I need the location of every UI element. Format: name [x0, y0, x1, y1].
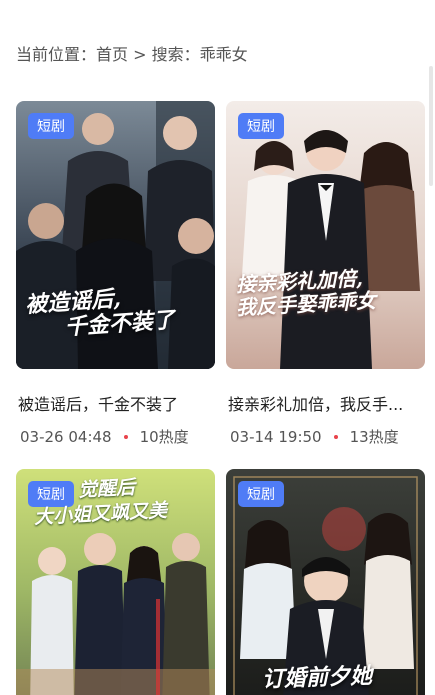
- video-heat: 10热度: [139, 428, 189, 446]
- video-card[interactable]: 短剧 被造谣后, 千金不装了 被造谣后，千金不装了 03-26 04:48 10…: [16, 101, 215, 447]
- video-title[interactable]: 被造谣后，千金不装了: [16, 391, 208, 415]
- video-heat: 13热度: [349, 428, 399, 446]
- breadcrumb-query: 乖乖女: [199, 45, 248, 64]
- separator-dot: [333, 434, 338, 439]
- category-badge: 短剧: [238, 113, 284, 139]
- video-meta: 03-14 19:50 13热度: [226, 426, 425, 447]
- video-card[interactable]: 短剧 订婚前夕她: [226, 469, 425, 695]
- video-poster[interactable]: 短剧 觉醒后 大小姐又飒又美: [16, 469, 215, 695]
- separator-dot: [123, 434, 128, 439]
- video-meta: 03-26 04:48 10热度: [16, 426, 215, 447]
- video-date: 03-14 19:50: [230, 427, 322, 446]
- poster-title-text: 订婚前夕她: [262, 662, 416, 693]
- breadcrumb-separator: >: [128, 45, 152, 64]
- category-badge: 短剧: [28, 481, 74, 507]
- video-card[interactable]: 短剧 接亲彩礼加倍, 我反手娶乖乖女 接亲彩礼加倍，我反手... 03-14 1…: [226, 101, 425, 447]
- breadcrumb-prefix: 当前位置：: [16, 45, 97, 64]
- breadcrumb: 当前位置：首页 > 搜索：乖乖女: [16, 41, 248, 65]
- scrollbar[interactable]: [429, 66, 433, 186]
- video-poster[interactable]: 短剧 订婚前夕她: [226, 469, 425, 695]
- poster-title-line: 订婚前夕她: [261, 662, 373, 693]
- video-card[interactable]: 短剧 觉醒后 大小姐又飒又美: [16, 469, 215, 695]
- video-title[interactable]: 接亲彩礼加倍，我反手...: [226, 391, 418, 415]
- poster-image: [226, 101, 425, 369]
- video-poster[interactable]: 短剧 接亲彩礼加倍, 我反手娶乖乖女: [226, 101, 425, 369]
- video-date: 03-26 04:48: [20, 427, 112, 446]
- video-poster[interactable]: 短剧 被造谣后, 千金不装了: [16, 101, 215, 369]
- category-badge: 短剧: [28, 113, 74, 139]
- breadcrumb-search-label: 搜索：: [151, 45, 200, 64]
- breadcrumb-home-link[interactable]: 首页: [96, 45, 128, 64]
- poster-title-text: 接亲彩礼加倍, 我反手娶乖乖女: [235, 266, 415, 320]
- category-badge: 短剧: [238, 481, 284, 507]
